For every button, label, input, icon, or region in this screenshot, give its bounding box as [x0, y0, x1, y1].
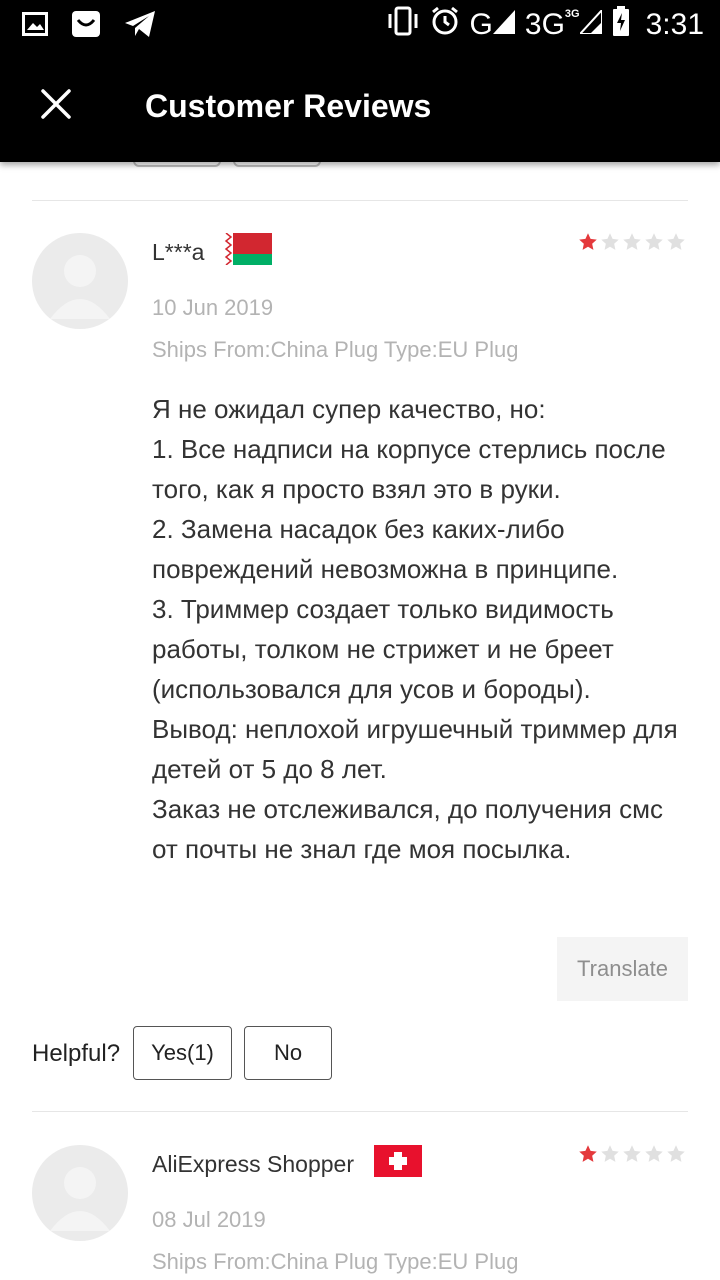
- previous-no-button[interactable]: [233, 162, 321, 167]
- close-icon: [41, 88, 71, 124]
- battery-icon: [612, 6, 630, 44]
- no-button[interactable]: No: [244, 1026, 332, 1080]
- rating-stars: [578, 232, 686, 252]
- star-empty-icon: [645, 1145, 663, 1162]
- yes-button[interactable]: Yes(1): [133, 1026, 232, 1080]
- alarm-icon: [430, 6, 460, 44]
- review-text: Я не ожидал супер качество, но: 1. Все н…: [152, 394, 678, 864]
- signal-icon: [492, 8, 515, 42]
- translate-button[interactable]: Translate: [557, 937, 688, 1001]
- rating-stars: [578, 1144, 686, 1164]
- previous-yes-button[interactable]: [133, 162, 221, 167]
- star-filled-icon: [579, 233, 597, 250]
- mail-icon: [72, 11, 100, 42]
- reviews-list[interactable]: L***a 10 Jun 2019 Ships From:China Plug …: [0, 162, 720, 1280]
- star-empty-icon: [623, 233, 641, 250]
- review-date: 08 Jul 2019: [152, 1207, 266, 1232]
- avatar: [32, 233, 128, 329]
- star-empty-icon: [645, 233, 663, 250]
- star-empty-icon: [667, 1145, 685, 1162]
- divider: [32, 200, 688, 201]
- star-empty-icon: [601, 233, 619, 250]
- avatar: [32, 1145, 128, 1241]
- belarus-flag: [224, 232, 272, 266]
- app-bar: Customer Reviews: [0, 52, 720, 162]
- network-3g: 3G: [524, 8, 565, 41]
- close-button[interactable]: [24, 74, 88, 138]
- user-silhouette-icon: [50, 255, 110, 319]
- network-g: G: [469, 8, 493, 41]
- divider: [32, 1111, 688, 1112]
- reviewer-name: L***a: [152, 239, 205, 265]
- ships-from: Ships From:China Plug Type:EU Plug: [152, 337, 519, 362]
- vibrate-icon: [386, 6, 420, 44]
- review-date: 10 Jun 2019: [152, 295, 274, 320]
- signal-icon: [577, 7, 603, 42]
- star-empty-icon: [667, 233, 685, 250]
- network-3g-small: 3G: [564, 8, 580, 20]
- reviewer-name: AliExpress Shopper: [152, 1151, 354, 1177]
- gallery-icon: [22, 12, 48, 41]
- star-filled-icon: [579, 1145, 597, 1162]
- ships-from: Ships From:China Plug Type:EU Plug: [152, 1249, 519, 1274]
- page-title: Customer Reviews: [145, 88, 432, 124]
- status-bar: G 3G 3G 3:31: [0, 0, 720, 52]
- telegram-icon: [124, 10, 156, 43]
- star-empty-icon: [623, 1145, 641, 1162]
- helpful-label: Helpful?: [32, 1040, 121, 1067]
- user-silhouette-icon: [50, 1167, 110, 1231]
- switzerland-flag: [374, 1145, 422, 1177]
- clock: 3:31: [645, 8, 704, 41]
- star-empty-icon: [601, 1145, 619, 1162]
